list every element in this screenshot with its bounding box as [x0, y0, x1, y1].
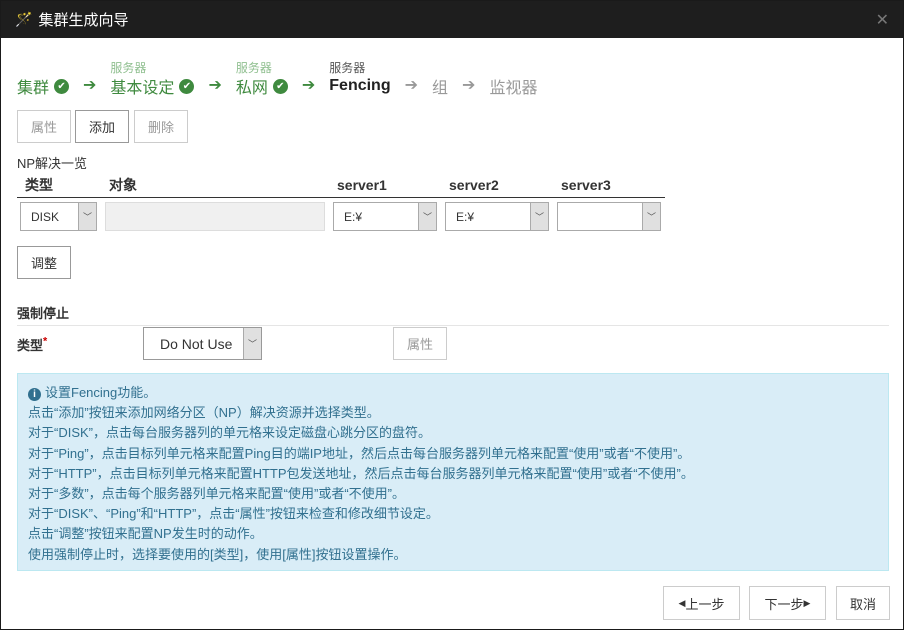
magic-wand-icon: 🪄 [15, 11, 32, 28]
np-table: 类型 对象 server1 server2 server3 [17, 173, 665, 198]
server2-select[interactable]: E:¥﹀ [445, 202, 549, 231]
prev-button[interactable]: ◀上一步 [663, 586, 740, 620]
info-icon: i [28, 388, 41, 401]
arrow-icon: ➔ [83, 75, 96, 97]
info-panel: i设置Fencing功能。 点击“添加”按钮来添加网络分区（NP）解决资源并选择… [17, 373, 889, 571]
col-target: 对象 [101, 173, 329, 197]
cancel-button[interactable]: 取消 [836, 586, 890, 620]
chevron-down-icon: ﹀ [642, 203, 660, 230]
caret-right-icon: ▶ [804, 598, 811, 609]
step-basic: 服务器基本设定✔ [110, 59, 194, 97]
caret-left-icon: ◀ [679, 598, 686, 609]
add-button[interactable]: 添加 [75, 110, 129, 143]
step-fencing: 服务器Fencing [329, 59, 390, 97]
target-cell[interactable] [105, 202, 325, 231]
server3-select[interactable]: ﹀ [557, 202, 661, 231]
wizard-dialog: 🪄 集群生成向导 ✕ 集群✔ ➔ 服务器基本设定✔ ➔ 服务器私网✔ ➔ 服务器… [0, 0, 904, 630]
arrow-icon: ➔ [462, 75, 475, 97]
chevron-down-icon: ﹀ [243, 328, 261, 359]
step-group: 组 [432, 59, 448, 97]
col-server2: server2 [441, 173, 553, 197]
chevron-down-icon: ﹀ [418, 203, 436, 230]
chevron-down-icon: ﹀ [78, 203, 96, 230]
delete-button[interactable]: 删除 [134, 110, 188, 143]
properties-button[interactable]: 属性 [17, 110, 71, 143]
arrow-icon: ➔ [208, 75, 221, 97]
forced-stop-type-select[interactable]: Do Not Use﹀ [143, 327, 262, 360]
chevron-down-icon: ﹀ [530, 203, 548, 230]
step-monitor: 监视器 [489, 59, 537, 97]
arrow-icon: ➔ [405, 75, 418, 97]
step-private-net: 服务器私网✔ [236, 59, 288, 97]
check-icon: ✔ [54, 79, 69, 94]
dialog-title: 集群生成向导 [38, 9, 128, 30]
type-select[interactable]: DISK﹀ [20, 202, 97, 231]
next-button[interactable]: 下一步▶ [749, 586, 826, 620]
adjust-button[interactable]: 调整 [17, 246, 71, 279]
col-server3: server3 [553, 173, 665, 197]
forced-stop-type-label: 类型* [17, 335, 47, 354]
forced-stop-properties-button[interactable]: 属性 [393, 327, 447, 360]
wizard-steps: 集群✔ ➔ 服务器基本设定✔ ➔ 服务器私网✔ ➔ 服务器Fencing ➔ 组… [17, 59, 545, 97]
check-icon: ✔ [179, 79, 194, 94]
np-list-title: NP解决一览 [17, 153, 87, 172]
forced-stop-title: 强制停止 [17, 303, 889, 326]
arrow-icon: ➔ [302, 75, 315, 97]
title-bar: 🪄 集群生成向导 ✕ [1, 1, 903, 38]
close-icon[interactable]: ✕ [876, 10, 889, 30]
server1-select[interactable]: E:¥﹀ [333, 202, 437, 231]
col-type: 类型 [17, 173, 101, 197]
step-cluster: 集群✔ [17, 59, 69, 97]
check-icon: ✔ [273, 79, 288, 94]
col-server1: server1 [329, 173, 441, 197]
